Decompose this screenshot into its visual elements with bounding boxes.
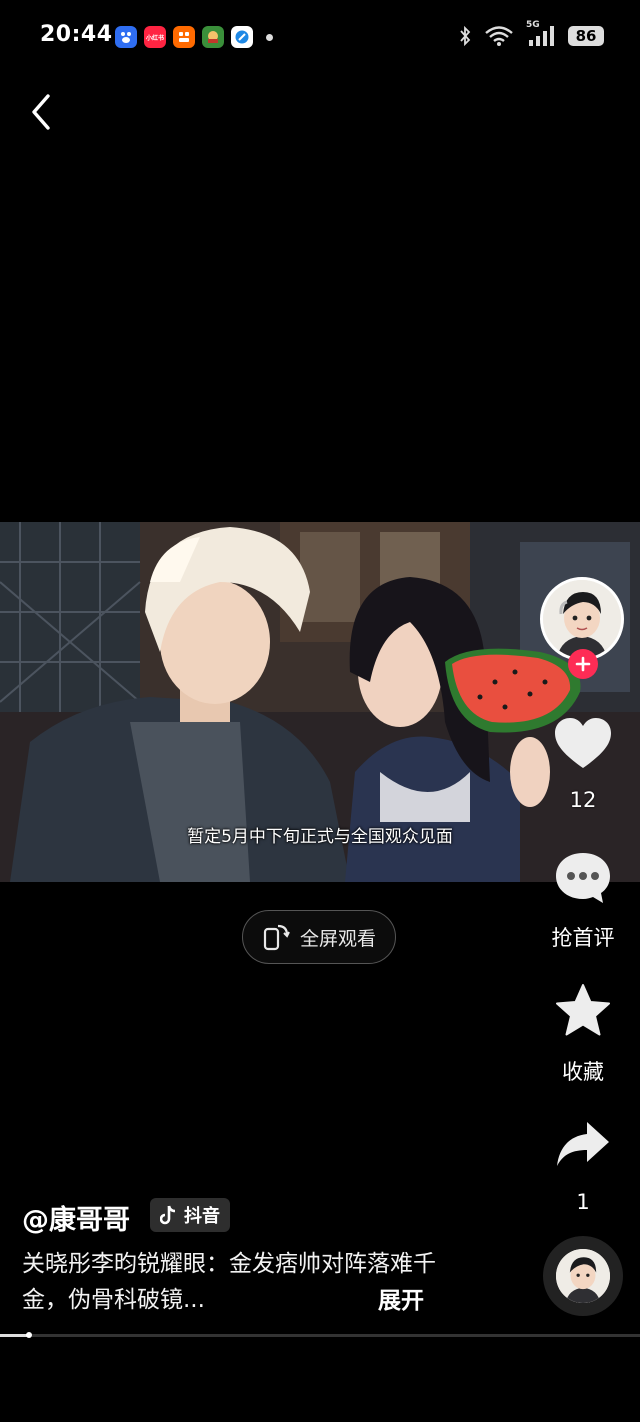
platform-badge: 抖音 (150, 1198, 230, 1232)
more-notifications-dot (266, 33, 273, 41)
back-button[interactable] (24, 92, 60, 132)
playback-progress-fill (0, 1334, 29, 1337)
xiaohongshu-app-icon: 小红书 (144, 26, 166, 48)
status-time: 20:44 (40, 22, 113, 47)
avatar-cartoon-image (556, 1249, 610, 1303)
game-app-icon (202, 26, 224, 48)
video-subtitle: 暂定5月中下旬正式与全国观众见面 (187, 827, 453, 847)
comment-label: 抢首评 (551, 926, 615, 950)
battery-indicator: 86 (568, 26, 604, 46)
like-count: 12 (569, 788, 597, 812)
comment-button[interactable] (548, 850, 618, 906)
douyin-logo-icon (160, 1205, 176, 1225)
status-bar: 20:44 小红书 5G 86 (0, 0, 640, 72)
expand-caption-button[interactable]: 展开 (378, 1281, 424, 1315)
author-name[interactable]: @康哥哥 (22, 1198, 130, 1237)
follow-button[interactable] (568, 649, 598, 679)
signal-bars-icon (529, 26, 554, 46)
share-count: 1 (576, 1190, 590, 1214)
notification-app-icons: 小红书 (115, 26, 273, 48)
platform-badge-label: 抖音 (184, 1206, 220, 1227)
playback-progress-knob[interactable] (25, 1332, 32, 1338)
music-disc[interactable] (543, 1236, 623, 1316)
fullscreen-label: 全屏观看 (299, 927, 376, 950)
status-right: 5G 86 (458, 20, 604, 48)
chevron-left-icon (32, 94, 50, 130)
cellular-signal: 5G (526, 20, 556, 48)
like-button[interactable] (548, 716, 618, 772)
share-button[interactable] (548, 1118, 618, 1172)
blue-app-icon (231, 26, 253, 48)
rotate-screen-icon (263, 924, 290, 951)
comment-bubble-icon (556, 853, 610, 903)
favorite-button[interactable] (548, 982, 618, 1040)
favorite-label: 收藏 (562, 1060, 604, 1084)
xiaohongshu-app-label: 小红书 (145, 34, 164, 42)
avatar-cartoon-image (543, 580, 621, 658)
bluetooth-icon (460, 25, 471, 47)
playback-progress-bar[interactable] (0, 1332, 640, 1338)
heart-icon (555, 718, 611, 768)
wifi-icon (485, 26, 513, 46)
orange-app-icon (173, 26, 195, 48)
music-disc-avatar (556, 1249, 610, 1303)
plus-icon (575, 656, 591, 672)
fullscreen-button[interactable]: 全屏观看 (242, 910, 396, 964)
share-arrow-icon (557, 1122, 609, 1166)
baidu-app-icon (115, 26, 137, 48)
star-icon (556, 984, 610, 1036)
